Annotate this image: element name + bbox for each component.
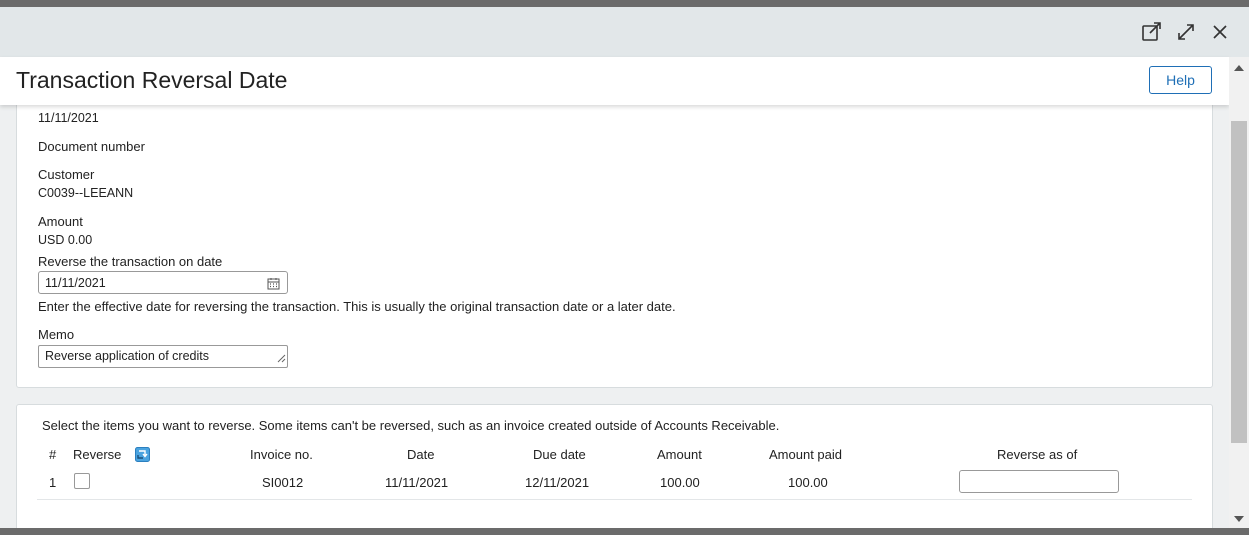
reverse-date-value: 11/11/2021 bbox=[45, 276, 106, 290]
reversal-dialog: Transaction Reversal Date Help 11/11/202… bbox=[0, 7, 1249, 528]
reverse-date-hint: Enter the effective date for reversing t… bbox=[38, 299, 676, 314]
items-card: Select the items you want to reverse. So… bbox=[16, 404, 1213, 528]
title-bar: Transaction Reversal Date Help bbox=[0, 57, 1229, 105]
reverse-date-input[interactable]: 11/11/2021 bbox=[38, 271, 288, 294]
backdrop-bottom bbox=[0, 528, 1249, 535]
col-header-num: # bbox=[49, 447, 57, 462]
customer-label: Customer bbox=[38, 167, 95, 182]
reverse-all-icon[interactable] bbox=[135, 447, 150, 462]
scrollbar-thumb[interactable] bbox=[1231, 121, 1247, 443]
close-icon[interactable] bbox=[1209, 21, 1231, 43]
amount-label: Amount bbox=[38, 214, 83, 229]
amount-value: USD 0.00 bbox=[38, 233, 93, 247]
transaction-date-value: 11/11/2021 bbox=[38, 111, 99, 125]
page-title: Transaction Reversal Date bbox=[16, 67, 288, 93]
row-due-date: 12/11/2021 bbox=[525, 475, 590, 490]
help-button[interactable]: Help bbox=[1149, 66, 1212, 94]
row-divider bbox=[37, 499, 1192, 500]
open-in-new-window-icon[interactable] bbox=[1141, 21, 1163, 43]
row-num: 1 bbox=[49, 475, 57, 490]
expand-icon[interactable] bbox=[1175, 21, 1197, 43]
reverse-date-label: Reverse the transaction on date bbox=[38, 254, 223, 269]
backdrop-top bbox=[0, 0, 1249, 7]
row-amount-paid: 100.00 bbox=[788, 475, 828, 490]
row-invoice[interactable]: SI0012 bbox=[262, 475, 303, 490]
scroll-up-arrow-icon[interactable] bbox=[1234, 65, 1244, 71]
resize-handle-icon[interactable] bbox=[277, 352, 286, 366]
dialog-content[interactable]: 11/11/2021 Document number Customer C003… bbox=[0, 105, 1229, 528]
customer-value: C0039--LEEANN bbox=[38, 186, 134, 200]
items-instructions: Select the items you want to reverse. So… bbox=[42, 418, 780, 433]
col-header-reverse: Reverse bbox=[73, 447, 122, 462]
dialog-header bbox=[0, 7, 1249, 57]
memo-label: Memo bbox=[38, 327, 75, 342]
reverse-as-of-input[interactable] bbox=[959, 470, 1119, 493]
col-header-amount-paid: Amount paid bbox=[769, 447, 842, 462]
scroll-down-arrow-icon[interactable] bbox=[1234, 516, 1244, 522]
col-header-reverse-as-of: Reverse as of bbox=[997, 447, 1078, 462]
memo-value: Reverse application of credits bbox=[45, 349, 209, 363]
col-header-due-date: Due date bbox=[533, 447, 586, 462]
document-number-label: Document number bbox=[38, 139, 145, 154]
transaction-details-card: 11/11/2021 Document number Customer C003… bbox=[16, 105, 1213, 388]
header-icons bbox=[1141, 21, 1231, 43]
col-header-invoice: Invoice no. bbox=[250, 447, 313, 462]
scrollbar[interactable] bbox=[1229, 57, 1249, 528]
row-date: 11/11/2021 bbox=[385, 475, 449, 490]
row-amount: 100.00 bbox=[660, 475, 700, 490]
col-header-date: Date bbox=[407, 447, 435, 462]
memo-field[interactable]: Reverse application of credits bbox=[38, 345, 288, 368]
calendar-icon[interactable] bbox=[267, 277, 280, 293]
reverse-checkbox[interactable] bbox=[74, 473, 90, 489]
col-header-amount: Amount bbox=[657, 447, 702, 462]
